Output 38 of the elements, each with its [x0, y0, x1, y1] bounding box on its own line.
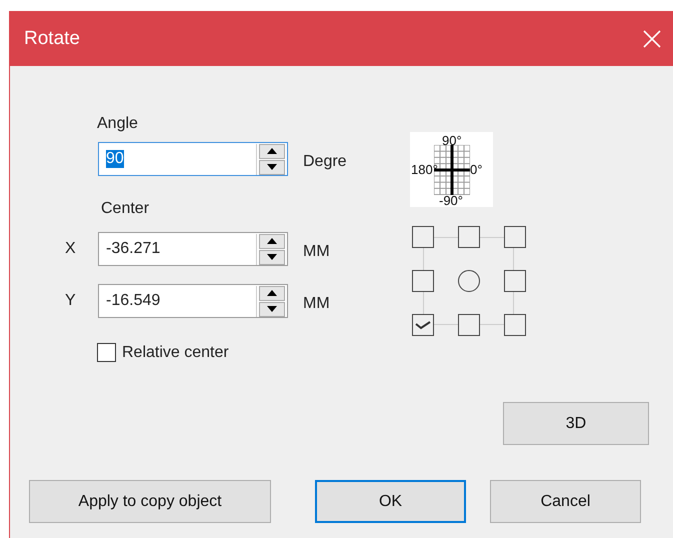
dialog-button[interactable]: OK [315, 480, 466, 523]
spin-buttons[interactable] [256, 234, 285, 264]
close-icon[interactable] [643, 30, 661, 48]
down-arrow-icon [267, 254, 277, 260]
anchor-checkbox[interactable] [504, 270, 526, 292]
unit-label: MM [303, 295, 330, 313]
anchor-radio[interactable] [458, 270, 480, 292]
axis-label: Y [65, 292, 77, 310]
up-arrow-icon [267, 238, 277, 244]
anchor-checkbox[interactable] [458, 314, 480, 336]
anchor-checkbox[interactable] [458, 226, 480, 248]
down-arrow-icon [267, 306, 277, 312]
unit-label: MM [303, 243, 330, 261]
checkbox-label: Relative center [122, 344, 229, 362]
3d-button[interactable]: 3D [503, 402, 649, 445]
angle-field[interactable]: 90 [98, 142, 288, 176]
up-arrow-icon [267, 290, 277, 296]
axis-label: X [65, 240, 77, 258]
anchor-checkbox[interactable] [412, 270, 434, 292]
unit-label: Degre [303, 153, 347, 171]
checkbox[interactable] [97, 343, 116, 362]
anchor-checkbox[interactable] [504, 314, 526, 336]
dialog-button[interactable]: Cancel [490, 480, 641, 523]
spin-buttons[interactable] [256, 144, 285, 174]
coordinate-field[interactable]: -36.271 [98, 232, 288, 266]
up-arrow-icon [267, 148, 277, 154]
angle-label: Angle [97, 115, 139, 133]
down-arrow-icon [267, 164, 277, 170]
spin-buttons[interactable] [256, 286, 285, 316]
window-title: Rotate [24, 28, 80, 50]
angle-dial-drawing: 90° 180° 0° -90° [410, 132, 493, 207]
coordinate-field[interactable]: -16.549 [98, 284, 288, 318]
anchor-checkbox[interactable] [504, 226, 526, 248]
anchor-checkbox[interactable] [412, 226, 434, 248]
checkmark-icon [415, 320, 431, 330]
anchor-checkbox[interactable] [412, 314, 434, 336]
center-label: Center [101, 200, 150, 218]
dialog-button[interactable]: Apply to copy object [29, 480, 271, 523]
